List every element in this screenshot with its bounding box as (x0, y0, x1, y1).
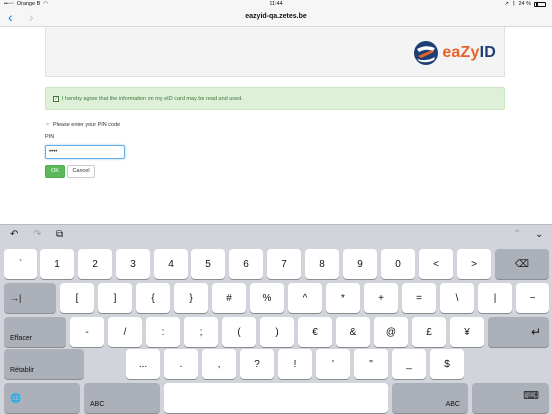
pin-prompt: ☞ Please enter your PIN code (45, 122, 120, 128)
key-semicolon[interactable]: ; (184, 317, 218, 347)
battery-percent: 24 % (518, 1, 531, 7)
status-bar: ••◦◦◦ Orange B ◠ 11:44 ➚ ᛒ 24 % (0, 0, 552, 8)
backspace-icon: ⌫ (514, 258, 530, 270)
key-left-bracket[interactable]: [ (60, 283, 94, 313)
key-asterisk[interactable]: * (326, 283, 360, 313)
address-bar-url[interactable]: eazyid-qa.zetes.be (0, 13, 552, 20)
consent-checkbox[interactable]: ✓ (53, 95, 59, 102)
tab-key[interactable]: →| (4, 283, 56, 313)
key-right-brace[interactable]: } (174, 283, 208, 313)
key-pound[interactable]: £ (412, 317, 446, 347)
battery-icon (534, 1, 546, 7)
key-tilde[interactable]: ~ (516, 283, 549, 313)
ok-button[interactable]: OK (45, 165, 65, 178)
keyboard-shortcut-bar: ↶ ↷ ⧉ ⌃ ⌄ (0, 225, 552, 247)
eazyid-logo: eaZyID (413, 40, 496, 66)
globe-key[interactable]: 🌐 (4, 383, 80, 413)
key-less-than[interactable]: < (419, 249, 453, 279)
key-percent[interactable]: % (250, 283, 284, 313)
key-5[interactable]: 5 (191, 249, 225, 279)
key-comma[interactable]: , (202, 349, 236, 379)
key-pipe[interactable]: | (478, 283, 512, 313)
key-7[interactable]: 7 (267, 249, 301, 279)
pin-label: PIN (45, 134, 55, 140)
space-bar[interactable] (164, 383, 388, 413)
key-period[interactable]: . (164, 349, 198, 379)
logo-suffix: ID (479, 44, 496, 61)
key-plus[interactable]: + (364, 283, 398, 313)
eazyid-logo-text: eaZyID (442, 44, 496, 62)
key-0[interactable]: 0 (381, 249, 415, 279)
undo-icon[interactable]: ↶ (10, 229, 18, 240)
key-4[interactable]: 4 (154, 249, 188, 279)
key-right-paren[interactable]: ) (260, 317, 294, 347)
key-yen[interactable]: ¥ (450, 317, 484, 347)
retablir-key[interactable]: Rétablir (4, 349, 84, 379)
cancel-button[interactable]: Cancel (67, 165, 95, 178)
backspace-key[interactable]: ⌫ (495, 249, 549, 279)
consent-alert: ✓ I hereby agree that the information on… (45, 87, 505, 110)
return-icon: ↵ (530, 325, 541, 339)
abc-key-right[interactable]: ABC (392, 383, 468, 413)
hand-pointer-icon: ☞ (45, 122, 50, 128)
key-right-bracket[interactable]: ] (98, 283, 132, 313)
key-caret[interactable]: ^ (288, 283, 322, 313)
logo-prefix: eaZy (442, 44, 480, 61)
key-left-brace[interactable]: { (136, 283, 170, 313)
hide-keyboard-key[interactable]: ⌨ (472, 383, 549, 413)
key-hash[interactable]: # (212, 283, 246, 313)
key-1[interactable]: 1 (40, 249, 74, 279)
browser-navbar: ‹ › eazyid-qa.zetes.be (0, 8, 552, 27)
key-colon[interactable]: : (146, 317, 180, 347)
keyboard-hide-icon: ⌨ (523, 390, 539, 402)
status-right: ➚ ᛒ 24 % (505, 1, 546, 7)
status-time: 11:44 (269, 1, 283, 7)
key-8[interactable]: 8 (305, 249, 339, 279)
key-3[interactable]: 3 (116, 249, 150, 279)
key-backtick[interactable]: ` (4, 249, 37, 279)
chevron-down-icon[interactable]: ⌄ (535, 229, 543, 240)
key-ampersand[interactable]: & (336, 317, 370, 347)
key-double-quote[interactable]: " (354, 349, 388, 379)
key-hyphen[interactable]: - (70, 317, 104, 347)
page-header: eaZyID (45, 27, 505, 77)
effacer-key[interactable]: Effacer (4, 317, 66, 347)
location-icon: ➚ (504, 1, 510, 7)
key-at[interactable]: @ (374, 317, 408, 347)
key-slash[interactable]: / (108, 317, 142, 347)
key-2[interactable]: 2 (78, 249, 112, 279)
key-ellipsis[interactable]: ... (126, 349, 160, 379)
key-question[interactable]: ? (240, 349, 274, 379)
key-6[interactable]: 6 (229, 249, 263, 279)
abc-key-left[interactable]: ABC (84, 383, 160, 413)
eazyid-logo-icon (414, 41, 439, 65)
tab-icon: →| (10, 293, 22, 303)
chevron-up-icon[interactable]: ⌃ (513, 229, 521, 240)
redo-icon[interactable]: ↷ (33, 229, 41, 240)
key-9[interactable]: 9 (343, 249, 377, 279)
consent-text: I hereby agree that the information on m… (62, 95, 243, 102)
key-backslash[interactable]: \ (440, 283, 474, 313)
key-greater-than[interactable]: > (457, 249, 491, 279)
pin-input[interactable] (45, 145, 125, 159)
key-left-paren[interactable]: ( (222, 317, 256, 347)
key-dollar[interactable]: $ (430, 349, 464, 379)
paste-icon[interactable]: ⧉ (56, 229, 63, 240)
web-page: eaZyID ✓ I hereby agree that the informa… (0, 27, 552, 224)
key-equals[interactable]: = (402, 283, 436, 313)
pin-prompt-text: Please enter your PIN code (52, 122, 121, 128)
return-key[interactable]: ↵ (488, 317, 549, 347)
key-euro[interactable]: € (298, 317, 332, 347)
key-underscore[interactable]: _ (392, 349, 426, 379)
bluetooth-icon: ᛒ (512, 1, 516, 7)
key-apostrophe[interactable]: ' (316, 349, 350, 379)
onscreen-keyboard: ↶ ↷ ⧉ ⌃ ⌄ ` 1 2 3 4 5 6 7 8 9 0 < > ⌫ →|… (0, 224, 552, 414)
globe-icon: 🌐 (10, 392, 22, 403)
key-exclamation[interactable]: ! (278, 349, 312, 379)
